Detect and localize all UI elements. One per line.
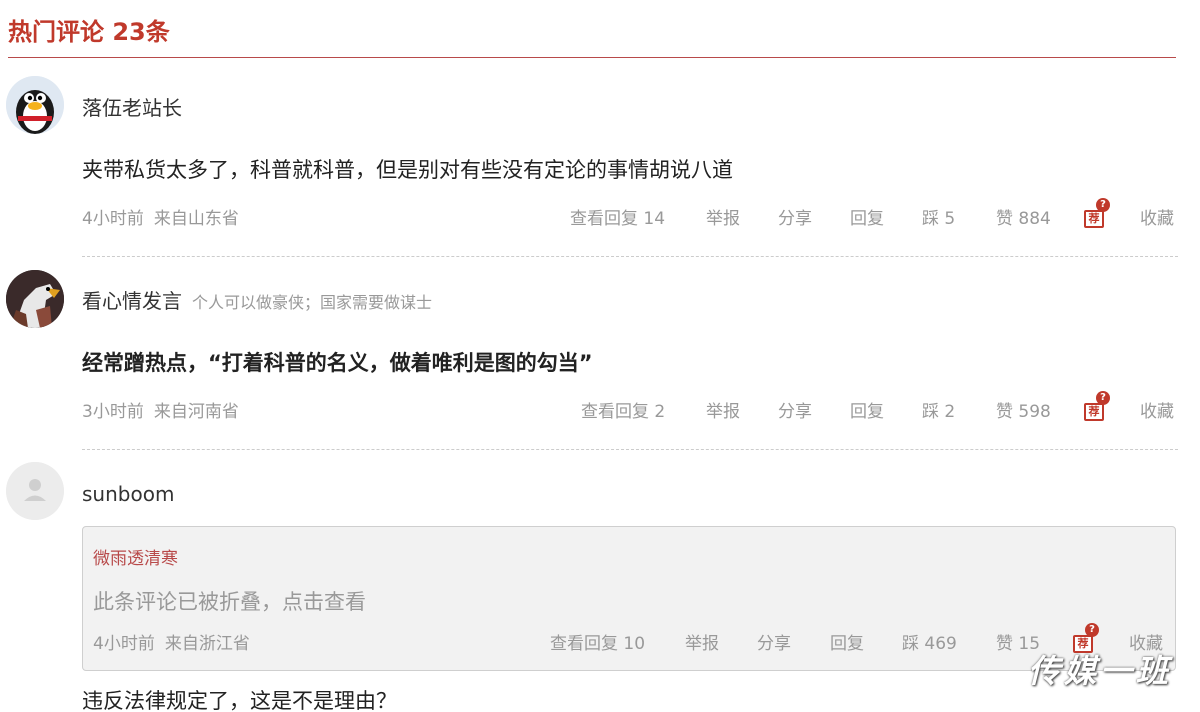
dislike-button[interactable]: 踩 2 xyxy=(922,397,955,427)
folded-quoted-comment[interactable]: 微雨透清寒 此条评论已被折叠，点击查看 4小时前 来自浙江省 查看回复 10 举报… xyxy=(82,526,1176,671)
share-button[interactable]: 分享 xyxy=(778,397,812,427)
recommend-icon: 荐 xyxy=(1084,210,1104,228)
comments-title: 热门评论 23条 xyxy=(8,18,170,46)
share-button[interactable]: 分享 xyxy=(757,629,791,659)
comment-username: 看心情发言 个人可以做豪侠；国家需要做谋士 xyxy=(82,287,432,317)
comment-divider xyxy=(82,449,1178,450)
comment-username-link[interactable]: 看心情发言 xyxy=(82,289,182,313)
dislike-button[interactable]: 踩 5 xyxy=(922,204,955,234)
question-badge-icon: ? xyxy=(1096,198,1110,212)
comments-header: 热门评论 23条 xyxy=(8,16,1176,58)
comment-content: 夹带私货太多了，科普就科普，但是别对有些没有定论的事情胡说八道 xyxy=(82,158,733,182)
comment-time: 3小时前 xyxy=(82,402,144,422)
collect-button[interactable]: 收藏 xyxy=(1140,397,1174,427)
question-badge-icon: ? xyxy=(1096,391,1110,405)
comment-meta: 4小时前 来自山东省 查看回复 14 举报 分享 回复 踩 5 赞 884 荐 ?… xyxy=(82,198,1178,234)
view-replies-button[interactable]: 查看回复 14 xyxy=(570,204,665,234)
reply-button[interactable]: 回复 xyxy=(830,629,864,659)
avatar[interactable] xyxy=(6,76,64,134)
comment-username[interactable]: 落伍老站长 xyxy=(82,94,182,122)
view-replies-button[interactable]: 查看回复 10 xyxy=(550,629,645,659)
view-replies-button[interactable]: 查看回复 2 xyxy=(581,397,665,427)
like-button[interactable]: 赞 598 xyxy=(996,397,1051,427)
comment-content: 违反法律规定了，这是不是理由？ xyxy=(82,689,397,712)
user-signature: 个人可以做豪侠；国家需要做谋士 xyxy=(192,293,433,312)
comment-location: 来自浙江省 xyxy=(164,634,250,654)
reply-button[interactable]: 回复 xyxy=(850,204,884,234)
comment-content: 经常蹭热点，“打着科普的名义，做着唯利是图的勾当” xyxy=(82,351,593,375)
eagle-avatar-icon xyxy=(6,270,64,328)
like-button[interactable]: 赞 884 xyxy=(996,204,1051,234)
recommend-icon: 荐 xyxy=(1084,403,1104,421)
comment-divider xyxy=(82,256,1178,257)
default-avatar[interactable] xyxy=(6,462,64,520)
report-button[interactable]: 举报 xyxy=(706,204,740,234)
comment-time: 4小时前 xyxy=(93,634,155,654)
comment-time: 4小时前 xyxy=(82,209,144,229)
comment-location: 来自河南省 xyxy=(153,402,239,422)
penguin-avatar-icon xyxy=(6,76,64,134)
recommend-button[interactable]: 荐 ? xyxy=(1084,391,1110,423)
quoted-username[interactable]: 微雨透清寒 xyxy=(93,547,178,571)
report-button[interactable]: 举报 xyxy=(685,629,719,659)
question-badge-icon: ? xyxy=(1085,623,1099,637)
recommend-button[interactable]: 荐 ? xyxy=(1084,198,1110,230)
report-button[interactable]: 举报 xyxy=(706,397,740,427)
dislike-button[interactable]: 踩 469 xyxy=(902,629,957,659)
comment-location: 来自山东省 xyxy=(153,209,239,229)
watermark: 传媒一班 xyxy=(1028,652,1173,690)
user-placeholder-icon xyxy=(6,462,64,520)
reply-button[interactable]: 回复 xyxy=(850,397,884,427)
share-button[interactable]: 分享 xyxy=(778,204,812,234)
comment-username[interactable]: sunboom xyxy=(82,480,174,508)
collect-button[interactable]: 收藏 xyxy=(1140,204,1174,234)
comment-meta: 4小时前 来自浙江省 查看回复 10 举报 分享 回复 踩 469 赞 15 荐 … xyxy=(93,623,1169,659)
avatar[interactable] xyxy=(6,270,64,328)
folded-message[interactable]: 此条评论已被折叠，点击查看 xyxy=(93,587,366,617)
comment-meta: 3小时前 来自河南省 查看回复 2 举报 分享 回复 踩 2 赞 598 荐 ? … xyxy=(82,391,1178,427)
